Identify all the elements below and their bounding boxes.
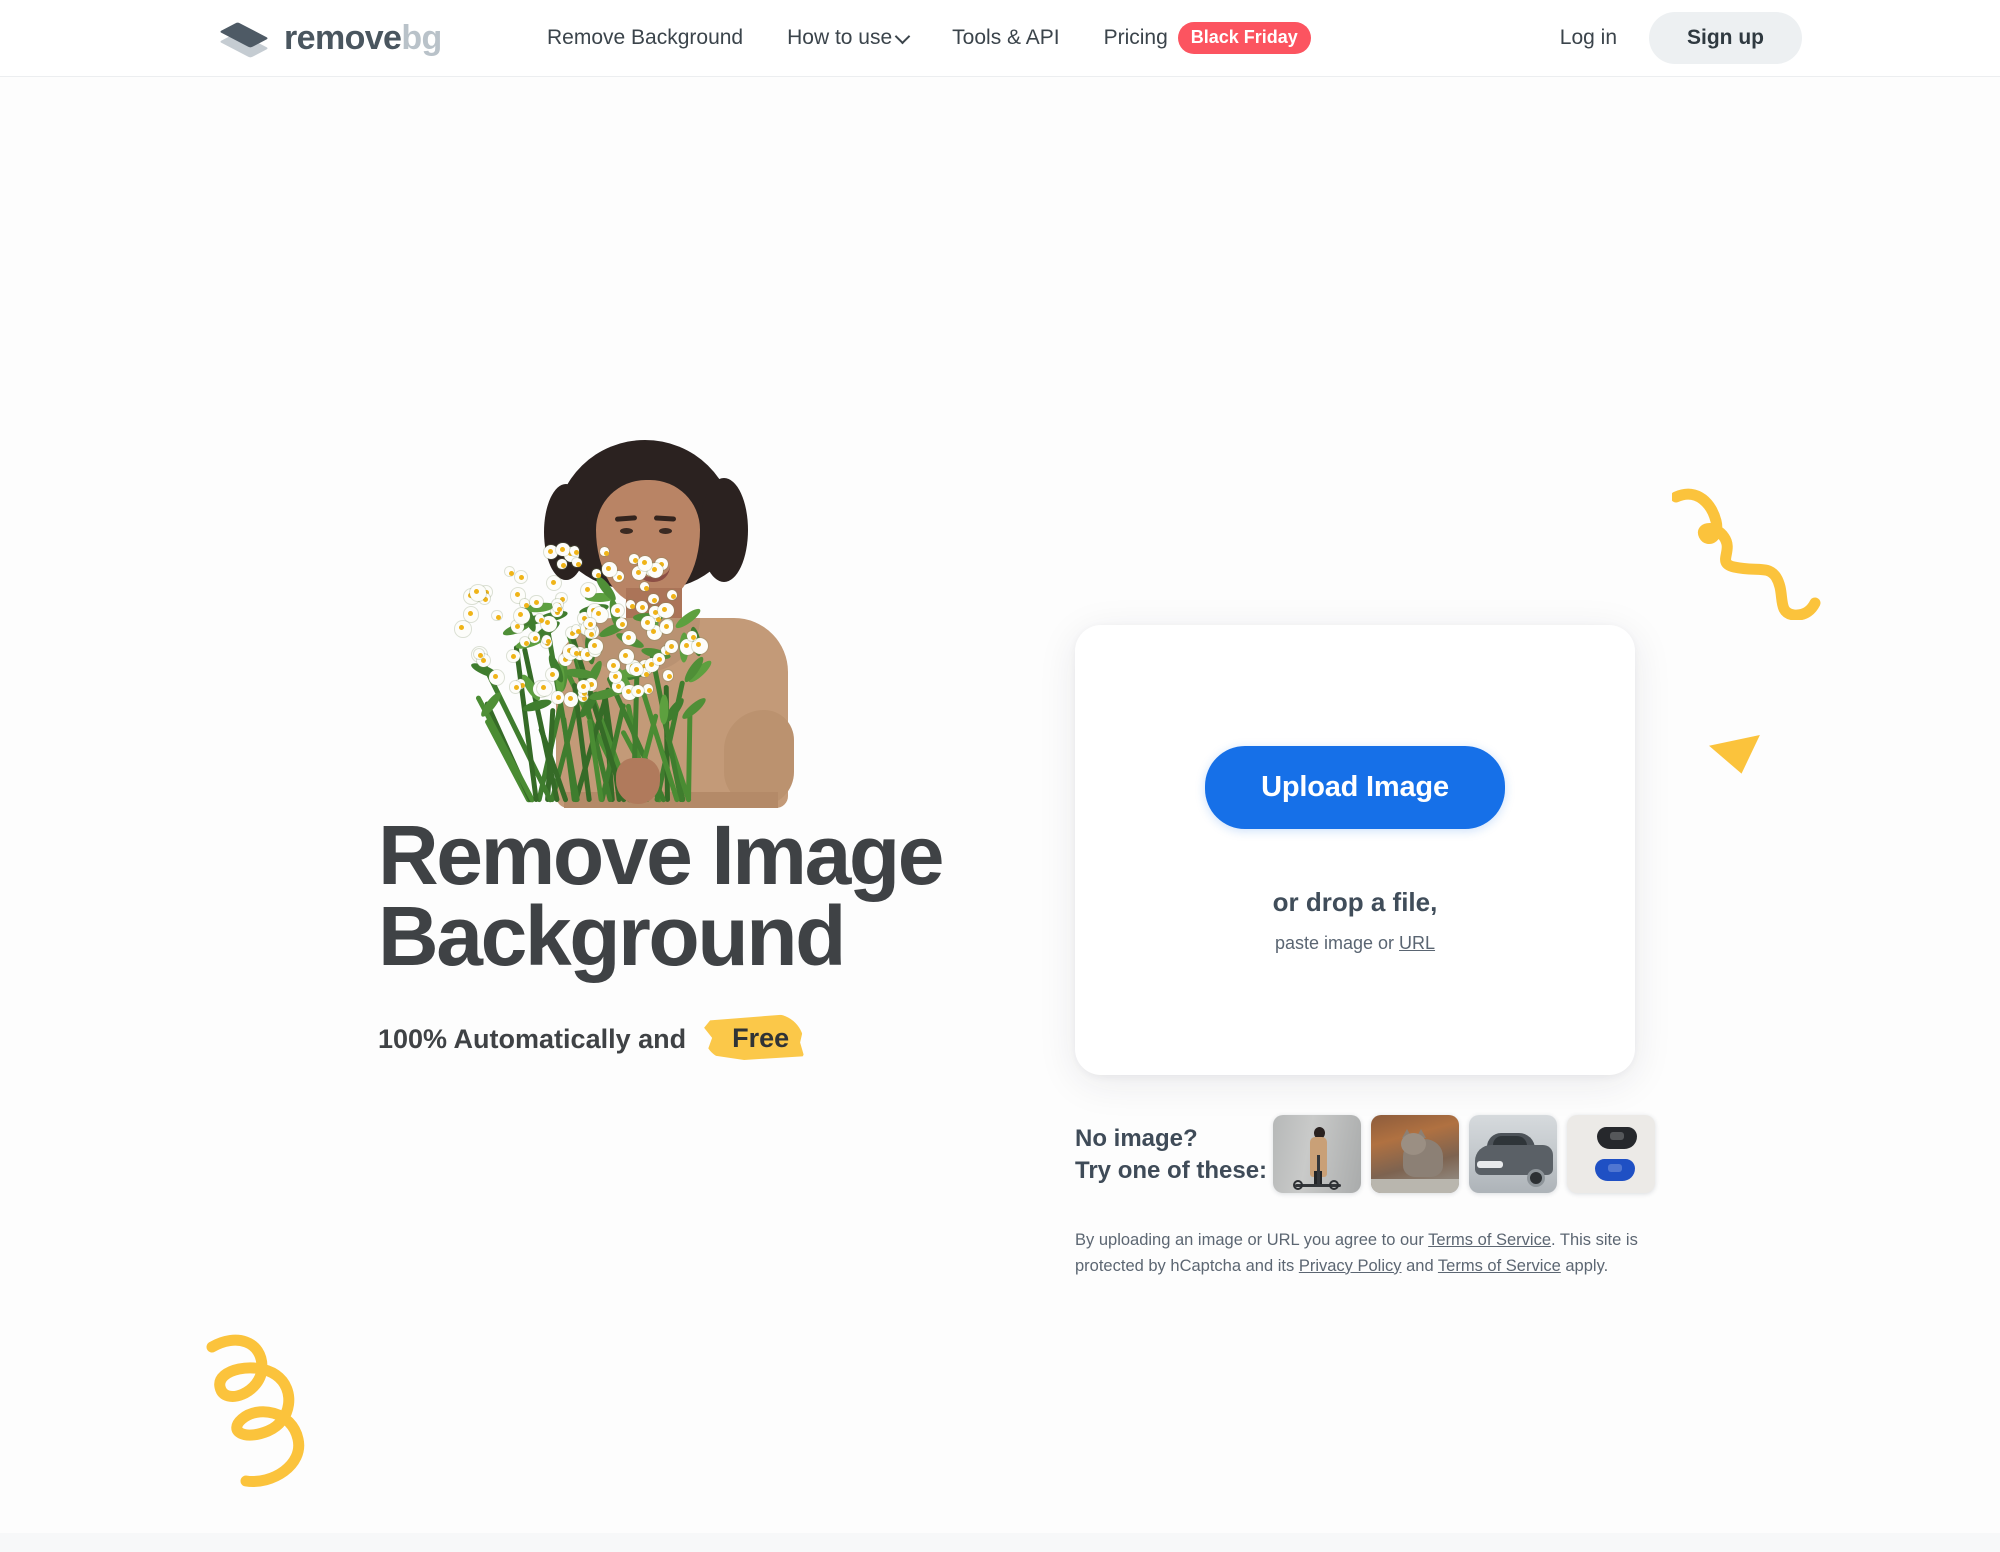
hero-photo-woman-with-flowers [368,440,808,805]
header-actions: Log in Sign up [1546,12,1802,64]
nav-item-pricing-group: Pricing Black Friday [1082,22,1333,54]
legal-part1: By uploading an image or URL you agree t… [1075,1231,1428,1249]
sample-label-line1: No image? [1075,1123,1273,1155]
free-highlight: Free [712,1020,809,1059]
triangle-decoration [1709,735,1767,779]
nav-label: Tools & API [952,26,1059,50]
legal-disclaimer: By uploading an image or URL you agree t… [1075,1228,1640,1279]
bouquet-flowers [446,536,726,716]
login-link[interactable]: Log in [1546,18,1631,58]
logo-primary: remove [284,19,401,57]
terms-of-service-link-1[interactable]: Terms of Service [1428,1231,1551,1249]
legal-part3: and [1402,1257,1438,1275]
squiggle-decoration-left [200,1325,335,1505]
stacked-layers-icon [218,18,270,58]
sample-thumbnail-list [1273,1115,1655,1193]
paste-prefix: paste image or [1275,933,1394,953]
drop-file-text: or drop a file, [1273,887,1438,918]
sample-game-controllers[interactable] [1567,1115,1655,1193]
nav-label: Remove Background [547,26,743,50]
url-link[interactable]: URL [1399,933,1435,953]
hero-subtitle-prefix: 100% Automatically and [378,1024,686,1055]
logo-secondary: bg [401,19,441,57]
nav-item-pricing[interactable]: Pricing [1104,26,1168,50]
free-label: Free [732,1023,789,1053]
hero-left-column: Remove Image Background 100% Automatical… [378,440,1018,1059]
sample-woman-scooter[interactable] [1273,1115,1361,1193]
black-friday-badge[interactable]: Black Friday [1178,22,1311,54]
site-header: removebg Remove Background How to use To… [0,0,2000,77]
page-root: removebg Remove Background How to use To… [0,0,2000,1552]
chevron-down-icon [897,31,908,42]
section-divider [0,1533,2000,1552]
sample-cat[interactable] [1371,1115,1459,1193]
nav-item-how-to-use[interactable]: How to use [765,26,930,50]
upload-dropzone-card[interactable]: Upload Image or drop a file, paste image… [1075,625,1635,1075]
logo[interactable]: removebg [218,18,442,58]
main-nav: Remove Background How to use Tools & API… [525,22,1333,54]
paste-image-text: paste image or URL [1275,933,1435,954]
page-title: Remove Image Background [378,815,1018,978]
legal-part4: apply. [1561,1257,1608,1275]
nav-item-remove-background[interactable]: Remove Background [525,26,765,50]
sample-car[interactable] [1469,1115,1557,1193]
nav-item-tools-api[interactable]: Tools & API [930,26,1081,50]
logo-text: removebg [284,21,442,55]
nav-label: How to use [787,26,892,50]
signup-button[interactable]: Sign up [1649,12,1802,64]
page-title-line1: Remove Image [378,815,1018,896]
squiggle-decoration-right [1672,485,1922,620]
sample-label-line2: Try one of these: [1075,1155,1273,1187]
privacy-policy-link[interactable]: Privacy Policy [1299,1257,1402,1275]
sample-images-section: No image? Try one of these: [1075,1115,1655,1193]
page-title-line2: Background [378,896,1018,977]
hand-shape [616,758,660,804]
terms-of-service-link-2[interactable]: Terms of Service [1438,1257,1561,1275]
sample-images-label: No image? Try one of these: [1075,1115,1273,1186]
hero-subtitle: 100% Automatically and Free [378,1020,1018,1059]
upload-image-button[interactable]: Upload Image [1205,746,1505,829]
